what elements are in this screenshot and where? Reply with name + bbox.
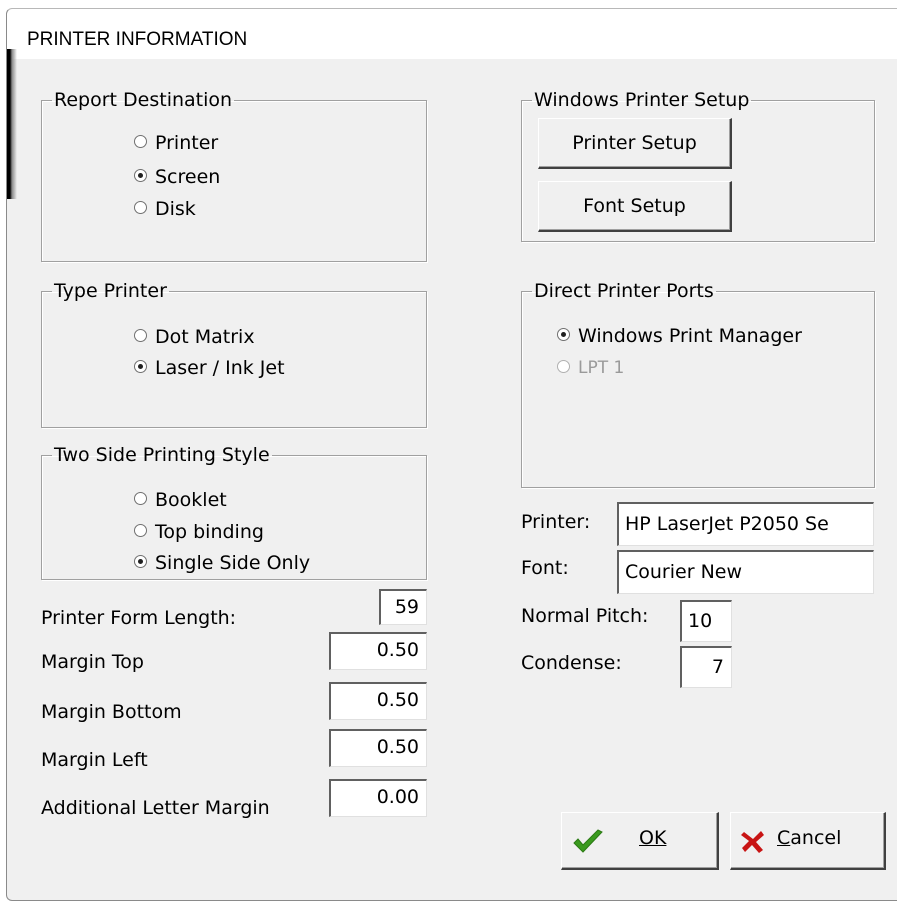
- radio-button-icon[interactable]: [134, 492, 147, 505]
- direct-printer-ports-group: Direct Printer Ports Windows Print Manag…: [521, 281, 875, 488]
- font-name-field[interactable]: Courier New: [617, 550, 874, 594]
- radio-destination-screen[interactable]: Screen: [134, 166, 220, 188]
- radio-two-side-single-side-only[interactable]: Single Side Only: [134, 552, 310, 574]
- green-checkmark-icon: [573, 829, 603, 853]
- margin-top-label: Margin Top: [41, 651, 144, 673]
- dialog-title: PRINTER INFORMATION: [27, 29, 248, 50]
- margin-bottom-label: Margin Bottom: [41, 701, 182, 723]
- additional-letter-margin-label: Additional Letter Margin: [41, 797, 270, 819]
- font-setup-button[interactable]: Font Setup: [538, 181, 732, 232]
- cancel-button[interactable]: Cancel: [730, 812, 886, 870]
- radio-button-icon[interactable]: [134, 524, 147, 537]
- radio-two-side-booklet[interactable]: Booklet: [134, 489, 227, 511]
- report-destination-group: Report Destination Printer Screen Disk: [41, 90, 427, 262]
- ok-button[interactable]: OK: [561, 812, 719, 870]
- printer-name-field[interactable]: HP LaserJet P2050 Se: [617, 502, 874, 546]
- radio-button-icon[interactable]: [557, 328, 570, 341]
- form-length-label: Printer Form Length:: [41, 607, 237, 629]
- radio-button-icon[interactable]: [134, 135, 147, 148]
- cancel-label: Cancel: [777, 827, 842, 849]
- red-x-icon: [741, 831, 764, 853]
- margin-bottom-field[interactable]: 0.50: [329, 682, 427, 720]
- type-printer-group: Type Printer Dot Matrix Laser / Ink Jet: [41, 281, 427, 428]
- condense-field[interactable]: 7: [680, 646, 732, 688]
- normal-pitch-label: Normal Pitch:: [521, 605, 649, 627]
- margin-top-field[interactable]: 0.50: [329, 632, 427, 670]
- condense-label: Condense:: [521, 652, 622, 674]
- radio-destination-printer[interactable]: Printer: [134, 132, 218, 154]
- windows-printer-setup-legend: Windows Printer Setup: [534, 89, 750, 111]
- radio-port-lpt1: LPT 1: [557, 357, 624, 379]
- margin-left-field[interactable]: 0.50: [329, 729, 427, 767]
- report-destination-legend: Report Destination: [54, 89, 233, 111]
- window-edge-shadow: [7, 49, 17, 199]
- radio-button-icon[interactable]: [134, 555, 147, 568]
- margin-left-label: Margin Left: [41, 749, 148, 771]
- radio-type-laser-ink-jet[interactable]: Laser / Ink Jet: [134, 357, 285, 379]
- radio-two-side-top-binding[interactable]: Top binding: [134, 521, 264, 543]
- normal-pitch-field[interactable]: 10: [680, 600, 732, 642]
- ok-label: OK: [639, 827, 667, 849]
- radio-destination-disk[interactable]: Disk: [134, 198, 196, 220]
- type-printer-legend: Type Printer: [54, 280, 167, 302]
- radio-button-icon[interactable]: [134, 360, 147, 373]
- form-length-field[interactable]: 59: [379, 589, 427, 625]
- title-bar: PRINTER INFORMATION: [7, 9, 897, 59]
- radio-button-icon[interactable]: [134, 201, 147, 214]
- two-side-printing-group: Two Side Printing Style Booklet Top bind…: [41, 445, 427, 580]
- cancel-accelerator: C: [777, 827, 791, 849]
- additional-letter-margin-field[interactable]: 0.00: [329, 779, 427, 817]
- radio-port-windows-print-manager[interactable]: Windows Print Manager: [557, 325, 802, 347]
- printer-label: Printer:: [521, 511, 591, 533]
- radio-button-icon: [557, 359, 570, 373]
- font-label: Font:: [521, 557, 569, 579]
- printer-setup-button[interactable]: Printer Setup: [538, 118, 732, 169]
- radio-button-icon[interactable]: [134, 329, 147, 342]
- radio-type-dot-matrix[interactable]: Dot Matrix: [134, 326, 255, 348]
- direct-printer-ports-legend: Direct Printer Ports: [534, 280, 714, 302]
- radio-button-icon[interactable]: [134, 169, 147, 182]
- two-side-printing-legend: Two Side Printing Style: [54, 444, 270, 466]
